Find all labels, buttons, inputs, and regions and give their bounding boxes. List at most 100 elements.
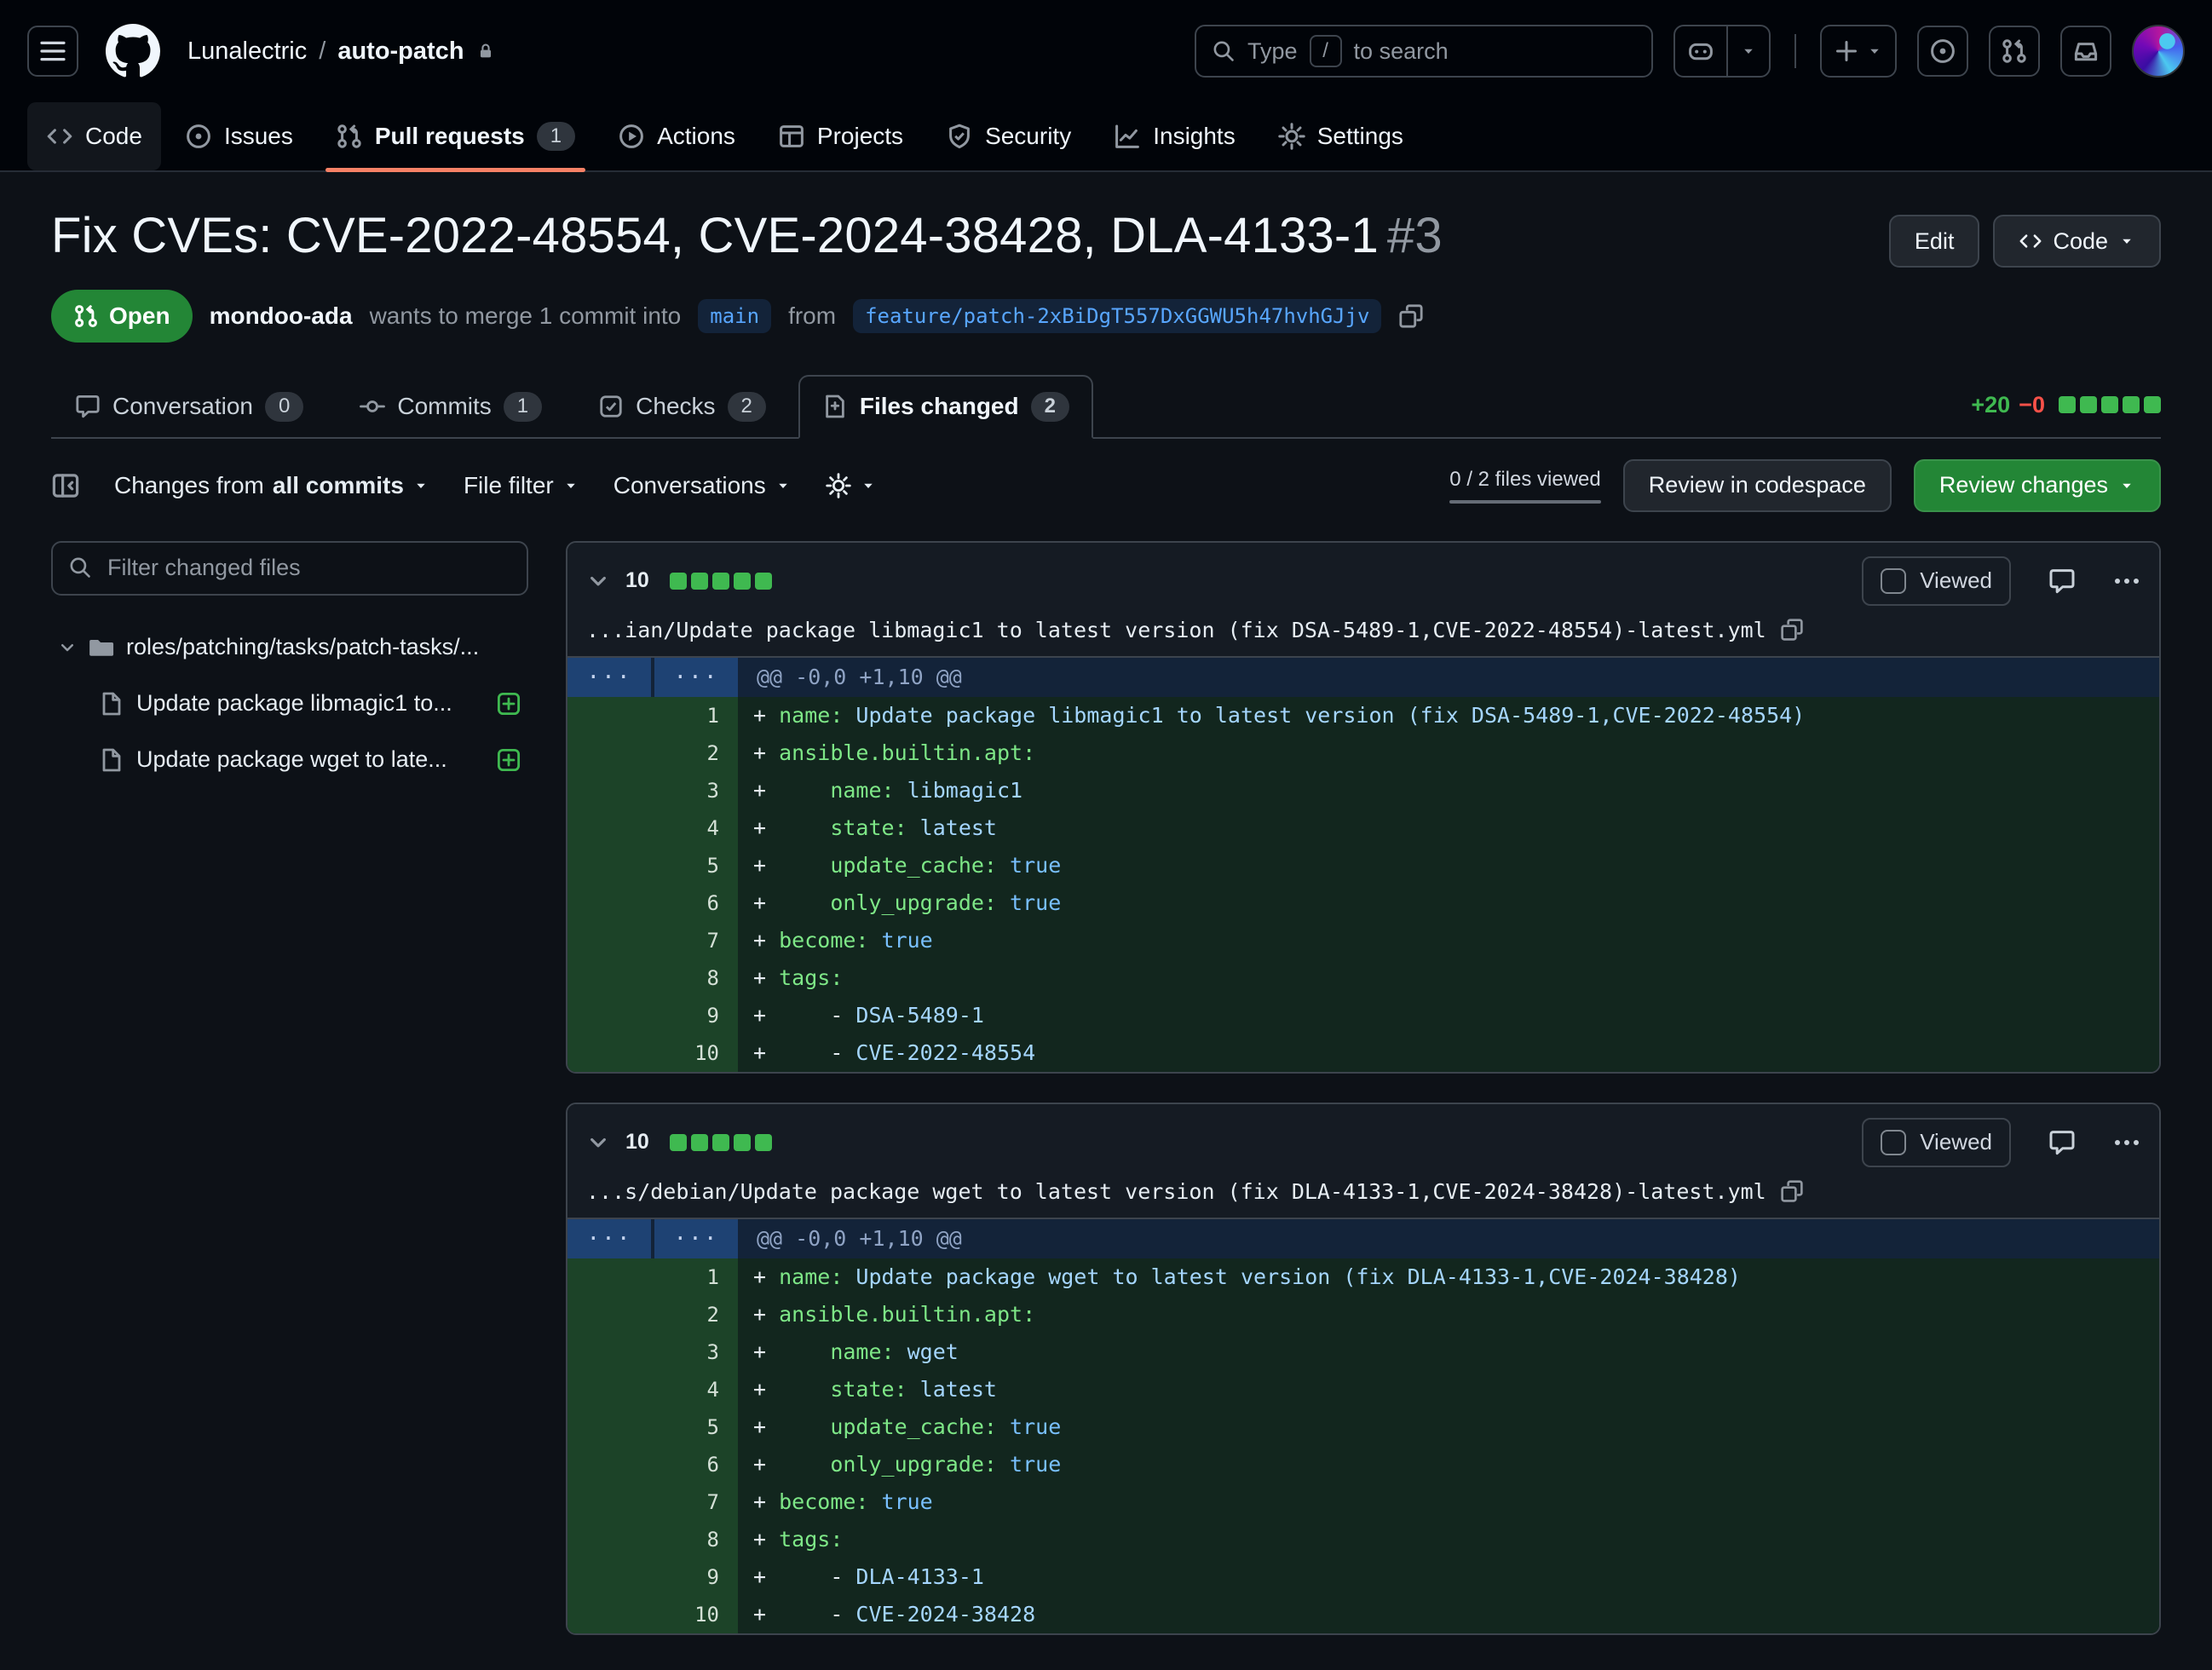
your-issues-button[interactable]	[1917, 26, 1968, 77]
create-new-button[interactable]	[1820, 25, 1897, 78]
conversations-dropdown[interactable]: Conversations	[613, 472, 792, 499]
search-input[interactable]: Type / to search	[1195, 25, 1653, 78]
tab-checks[interactable]: Checks 2	[574, 375, 790, 439]
avatar[interactable]	[2132, 25, 2185, 78]
nav-tab-pull-requests[interactable]: Pull requests 1	[317, 102, 594, 170]
diff-line[interactable]: 5+ update_cache: true	[567, 1408, 2159, 1446]
tree-file-row[interactable]: Update package wget to late...	[92, 734, 528, 786]
copy-path-button[interactable]	[1780, 618, 1804, 642]
review-in-codespace-button[interactable]: Review in codespace	[1623, 459, 1892, 512]
comment-on-file-button[interactable]	[2048, 567, 2076, 595]
tree-file-row[interactable]: Update package libmagic1 to...	[92, 677, 528, 730]
diff-line[interactable]: 3+ name: wget	[567, 1333, 2159, 1371]
hamburger-menu-button[interactable]	[27, 26, 78, 77]
diff-line[interactable]: 3+ name: libmagic1	[567, 772, 2159, 809]
review-changes-button[interactable]: Review changes	[1914, 459, 2161, 512]
line-number[interactable]: 7	[653, 922, 738, 959]
diff-line[interactable]: 2+ ansible.builtin.apt:	[567, 1296, 2159, 1333]
expand-hunk-button[interactable]: ···	[654, 1219, 738, 1258]
diff-line[interactable]: 9+ - DLA-4133-1	[567, 1558, 2159, 1596]
line-number[interactable]: 2	[653, 1296, 738, 1333]
line-number[interactable]: 5	[653, 847, 738, 884]
diff-line[interactable]: 7+ become: true	[567, 1483, 2159, 1521]
edit-button[interactable]: Edit	[1889, 215, 1980, 268]
collapse-file-tree-button[interactable]	[51, 471, 80, 500]
your-pull-requests-button[interactable]	[1989, 26, 2040, 77]
line-number[interactable]: 1	[653, 697, 738, 734]
diff-line[interactable]: 6+ only_upgrade: true	[567, 1446, 2159, 1483]
diff-line[interactable]: 8+ tags:	[567, 959, 2159, 997]
comment-on-file-button[interactable]	[2048, 1129, 2076, 1156]
line-number[interactable]: 8	[653, 959, 738, 997]
nav-tab-insights[interactable]: Insights	[1095, 102, 1254, 170]
inbox-button[interactable]	[2060, 26, 2111, 77]
collapse-file-button[interactable]	[586, 1131, 610, 1155]
tree-folder-row[interactable]: roles/patching/tasks/patch-tasks/...	[51, 621, 528, 674]
file-path[interactable]: ...ian/Update package libmagic1 to lates…	[586, 618, 1766, 642]
diff-line[interactable]: 1+ name: Update package libmagic1 to lat…	[567, 697, 2159, 734]
tab-files-changed[interactable]: Files changed 2	[798, 375, 1093, 439]
nav-tab-security[interactable]: Security	[927, 102, 1090, 170]
line-number[interactable]: 3	[653, 1333, 738, 1371]
diff-settings-dropdown[interactable]	[826, 473, 877, 498]
line-number[interactable]: 3	[653, 772, 738, 809]
diff-line[interactable]: 4+ state: latest	[567, 809, 2159, 847]
filter-changed-files-input[interactable]	[51, 541, 528, 596]
expand-hunk-button[interactable]: ···	[654, 658, 738, 697]
line-number[interactable]: 10	[653, 1596, 738, 1633]
diff-line[interactable]: 10+ - CVE-2022-48554	[567, 1034, 2159, 1072]
diff-line[interactable]: 1+ name: Update package wget to latest v…	[567, 1258, 2159, 1296]
line-number[interactable]: 8	[653, 1521, 738, 1558]
diff-line[interactable]: 9+ - DSA-5489-1	[567, 997, 2159, 1034]
line-number[interactable]: 6	[653, 1446, 738, 1483]
viewed-checkbox[interactable]	[1881, 568, 1906, 594]
diff-line[interactable]: 7+ become: true	[567, 922, 2159, 959]
diff-line[interactable]: 4+ state: latest	[567, 1371, 2159, 1408]
line-number[interactable]: 4	[653, 809, 738, 847]
diff-line[interactable]: 6+ only_upgrade: true	[567, 884, 2159, 922]
copy-path-button[interactable]	[1780, 1179, 1804, 1203]
tab-conversation[interactable]: Conversation 0	[51, 375, 327, 439]
copilot-button[interactable]	[1675, 26, 1726, 76]
nav-tab-actions[interactable]: Actions	[599, 102, 754, 170]
line-number[interactable]: 1	[653, 1258, 738, 1296]
tab-commits[interactable]: Commits 1	[336, 375, 566, 439]
base-branch-label[interactable]: main	[698, 299, 771, 333]
file-options-button[interactable]	[2113, 567, 2140, 595]
copilot-caret-button[interactable]	[1726, 26, 1769, 76]
line-number[interactable]: 4	[653, 1371, 738, 1408]
head-branch-label[interactable]: feature/patch-2xBiDgT557DxGGWU5h47hvhGJj…	[853, 299, 1381, 333]
line-number[interactable]: 9	[653, 997, 738, 1034]
pr-author[interactable]: mondoo-ada	[210, 302, 353, 330]
diff-line[interactable]: 10+ - CVE-2024-38428	[567, 1596, 2159, 1633]
nav-tab-issues[interactable]: Issues	[166, 102, 312, 170]
collapse-file-button[interactable]	[586, 569, 610, 593]
nav-tab-projects[interactable]: Projects	[759, 102, 922, 170]
line-number[interactable]: 10	[653, 1034, 738, 1072]
file-path[interactable]: ...s/debian/Update package wget to lates…	[586, 1179, 1766, 1204]
nav-tab-settings[interactable]: Settings	[1259, 102, 1422, 170]
file-options-button[interactable]	[2113, 1129, 2140, 1156]
viewed-checkbox[interactable]	[1881, 1130, 1906, 1155]
viewed-toggle[interactable]: Viewed	[1862, 1118, 2011, 1167]
file-filter-dropdown[interactable]: File filter	[464, 472, 579, 499]
changes-from-dropdown[interactable]: Changes from all commits	[114, 472, 429, 499]
viewed-toggle[interactable]: Viewed	[1862, 556, 2011, 606]
github-logo[interactable]	[106, 24, 160, 78]
diff-line[interactable]: 5+ update_cache: true	[567, 847, 2159, 884]
copy-branch-button[interactable]	[1398, 303, 1424, 329]
line-number[interactable]: 9	[653, 1558, 738, 1596]
line-number[interactable]: 7	[653, 1483, 738, 1521]
line-number[interactable]: 5	[653, 1408, 738, 1446]
diff-line[interactable]: 8+ tags:	[567, 1521, 2159, 1558]
code-button[interactable]: Code	[1993, 215, 2161, 268]
tree-file-label: Update package libmagic1 to...	[136, 690, 484, 717]
expand-hunk-button[interactable]: ···	[567, 1219, 651, 1258]
nav-tab-code[interactable]: Code	[27, 102, 161, 170]
breadcrumb-repo[interactable]: auto-patch	[337, 37, 464, 66]
line-number[interactable]: 6	[653, 884, 738, 922]
expand-hunk-button[interactable]: ···	[567, 658, 651, 697]
diff-line[interactable]: 2+ ansible.builtin.apt:	[567, 734, 2159, 772]
line-number[interactable]: 2	[653, 734, 738, 772]
breadcrumb-org[interactable]: Lunalectric	[187, 37, 307, 66]
